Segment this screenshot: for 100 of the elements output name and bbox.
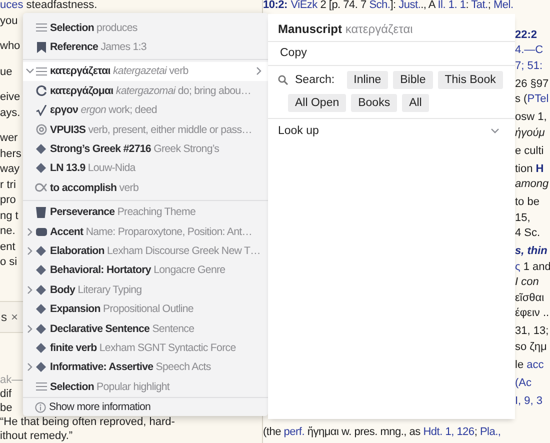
chevron-icon[interactable] [26,363,32,372]
text-line: 22:2 [515,28,538,40]
search-scope-button[interactable]: This Book [438,71,503,89]
search-icon [278,75,288,85]
info-icon [34,402,46,412]
close-button[interactable]: × [11,310,18,324]
text-line: be [0,402,12,414]
link[interactable]: PTel [527,93,549,105]
menu-item[interactable]: VPUI3S verb, present, either middle or pass… [23,120,268,140]
text-line: ng t [0,210,18,222]
link[interactable]: 4.—C [515,44,544,56]
menu-item[interactable]: Declarative Sentence Sentence [23,318,268,338]
text-line: 10:2: ViEzk 2 [p. 74. 7 Sch.]: Just.., A Il. 1. 1: Tat.; Mel. [263,0,514,11]
menu-item[interactable]: Perseverance Preaching Theme [23,202,268,222]
menu-item[interactable]: Body Literary Typing [23,280,268,300]
menu-item[interactable]: Elaboration Lexham Discourse Greek New T… [23,241,268,261]
text-line: (the perf. ἥγημαι w. pres. mng., as Hdt. 1, 126; Pla., [263,426,501,438]
link[interactable]: Just. [398,0,421,11]
section-header: ak— [0,374,23,386]
bucket-icon [36,206,46,218]
link[interactable]: Il. 1. 1 [438,0,466,11]
link[interactable]: Tat. [471,0,488,11]
text-line: 15, [515,212,530,224]
search-scope-button[interactable]: All [402,94,429,112]
link[interactable]: ς [515,260,520,272]
link[interactable]: uces [0,0,24,11]
link[interactable]: 7; 51: [515,60,543,72]
link[interactable]: acc [526,358,544,370]
text-line: ne. [0,225,16,237]
menu-item[interactable]: Behavioral: Hortatory Longacre Genre [23,260,268,280]
document-tab[interactable]: s × [0,302,24,332]
link[interactable]: Pla., [480,426,501,438]
search-scope-button[interactable]: All Open [288,94,346,112]
search-scope-button[interactable]: Books [351,94,398,112]
diamond-icon [36,362,46,372]
menu-item[interactable]: Selection produces [23,18,268,38]
lines-icon [36,66,46,76]
menu-item[interactable]: Show more information [23,398,268,416]
chevron-icon[interactable] [26,68,34,74]
menu-item[interactable]: κατεργάζεται katergazetai verb [23,62,268,82]
menu-item[interactable]: Strong’s Greek #2716 Greek Strong’s [23,139,268,159]
link[interactable]: ViEzk [290,0,318,11]
link[interactable]: perf. [284,426,305,438]
menu-item[interactable]: finite verb Lexham SGNT Syntactic Force [23,338,268,358]
copy-item[interactable]: Copy [268,42,515,66]
link[interactable]: (Ac [515,376,532,388]
diamond-icon [36,163,46,174]
text-line: who [0,40,20,52]
diamond-icon [36,265,46,276]
chevron-icon[interactable] [26,228,32,236]
text-line: you [0,14,18,26]
diamond-icon [36,284,46,295]
menu-item[interactable]: Reference James 1:3 [23,37,268,57]
text-line: 4 Sc. [515,227,540,239]
menu-item[interactable]: Expansion Propositional Outline [23,299,268,319]
link[interactable]: Sch. [369,0,390,11]
menu-item[interactable]: LN 13.9 Louw-Nida [23,158,268,178]
text-line: tion H [515,162,544,174]
chevron-icon[interactable] [26,324,32,333]
panel-title: Manuscript κατεργάζεται [268,14,515,42]
text-line: I con [515,276,539,288]
diamond-icon [36,304,46,314]
menu-item[interactable]: Informative: Assertive Speech Acts [23,358,268,378]
radical-icon [36,104,46,116]
menu-item[interactable]: Accent Name: Proparoxytone, Position: Ant… [23,222,268,242]
text-line: s, thin [515,245,548,257]
link[interactable]: Mel. [493,0,514,11]
lines-icon [36,382,46,392]
chevron-icon[interactable] [26,286,32,294]
text-line: e culti [515,144,544,156]
text-line: eive [0,91,20,103]
refresh-icon [36,85,46,96]
text-line: 31, 13; [515,325,549,337]
text-line: so ζημ [515,340,547,352]
link[interactable]: I, 9, 3 [515,394,543,406]
link[interactable]: Hdt. 1, 126 [423,426,474,438]
text-line: to be [515,196,540,208]
menu-item[interactable]: εργον ergon work; deed [23,100,268,120]
text-line: “He that being often reproved, hard- [0,416,175,428]
look-up-item[interactable]: Look up [268,119,515,143]
bookmark-icon [36,42,46,53]
text-line: ue [0,66,12,78]
menu-item[interactable]: Selection Popular highlight [23,377,268,396]
text-line: way [0,163,20,175]
menu-item[interactable]: to accomplish verb [23,178,268,198]
text-line: among [515,178,549,190]
menu-item[interactable]: κατεργάζομαι katergazomai do; bring abou… [23,81,268,101]
text-line: ς 1 and [515,260,550,272]
tag-icon [36,228,46,236]
search-scope-button[interactable]: Inline [346,71,388,89]
text-line: s (PTel [515,93,549,105]
text-line: wer [0,132,18,144]
diamond-icon [36,144,46,154]
text-line: osw 1, [515,111,547,123]
text-line: ἡγούμ [515,126,545,138]
search-scope-button[interactable]: Bible [393,71,433,89]
chevron-icon[interactable] [26,246,32,255]
diamond-icon [36,246,46,256]
search-label: Search: [295,74,335,86]
text-line: hers [0,148,22,160]
